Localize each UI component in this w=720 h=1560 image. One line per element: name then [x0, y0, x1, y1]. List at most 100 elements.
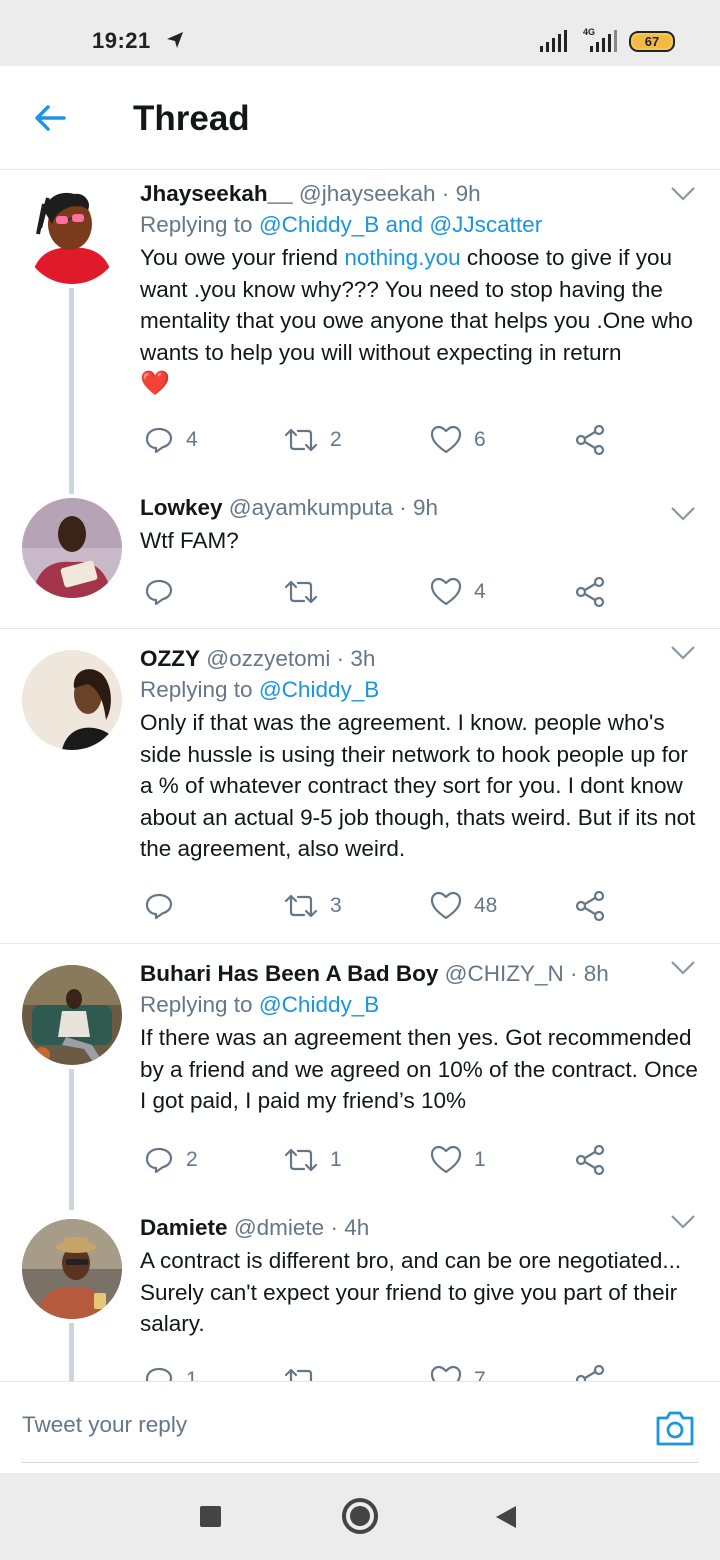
- tweet-content: Buhari Has Been A Bad Boy @CHIZY_N · 8h …: [140, 959, 698, 1117]
- author-name[interactable]: Damiete: [140, 1215, 228, 1240]
- share-icon: [575, 576, 605, 608]
- tweet-actions: 4: [140, 572, 610, 612]
- retweet-count: 1: [330, 1148, 342, 1171]
- signal-4g-icon: [590, 30, 617, 52]
- avatar[interactable]: [22, 1219, 122, 1319]
- share-button[interactable]: [574, 420, 606, 460]
- tweet-meta: Jhayseekah__ @jhayseekah · 9h: [140, 179, 698, 209]
- tweet-content: Damiete @dmiete · 4h A contract is diffe…: [140, 1213, 698, 1340]
- home-button[interactable]: [342, 1498, 378, 1534]
- author-name[interactable]: Lowkey: [140, 495, 223, 520]
- like-icon: [430, 1145, 462, 1174]
- reply-count: 1: [186, 1368, 198, 1381]
- reply-button[interactable]: [144, 886, 186, 926]
- like-button[interactable]: 1: [430, 1140, 486, 1180]
- reply-icon: [145, 579, 173, 606]
- like-icon: [430, 577, 462, 606]
- mention-link[interactable]: @Chiddy_B: [259, 212, 379, 237]
- retweet-button[interactable]: [284, 572, 330, 612]
- share-button[interactable]: [574, 1360, 606, 1381]
- reply-button[interactable]: 1: [144, 1360, 198, 1381]
- tweet-item[interactable]: Lowkey @ayamkumputa · 9h Wtf FAM? 4: [0, 490, 720, 628]
- author-handle[interactable]: @dmiete: [234, 1215, 324, 1240]
- reply-composer-bar: Tweet your reply: [0, 1381, 720, 1473]
- status-bar: 19:21 4G 67: [0, 0, 720, 66]
- mention-link[interactable]: @Chiddy_B: [259, 677, 379, 702]
- share-button[interactable]: [574, 572, 606, 612]
- share-button[interactable]: [574, 1140, 606, 1180]
- reply-count: 4: [186, 428, 198, 451]
- tweet-content: Lowkey @ayamkumputa · 9h Wtf FAM?: [140, 493, 698, 557]
- replying-to: Replying to @Chiddy_B: [140, 989, 698, 1020]
- author-name[interactable]: OZZY: [140, 646, 200, 671]
- tweet-text: Wtf FAM?: [140, 528, 239, 553]
- tweet-content: Jhayseekah__ @jhayseekah · 9h Replying t…: [140, 179, 698, 400]
- author-handle[interactable]: @CHIZY_N: [445, 961, 564, 986]
- tweet-content: OZZY @ozzyetomi · 3h Replying to @Chiddy…: [140, 644, 698, 865]
- page-title: Thread: [133, 99, 250, 138]
- retweet-button[interactable]: 3: [284, 886, 342, 926]
- tweet-text-part: You owe your friend: [140, 245, 345, 270]
- tweet-text: If there was an agreement then yes. Got …: [140, 1025, 698, 1113]
- reply-icon: [145, 1147, 173, 1174]
- tweet-meta: Lowkey @ayamkumputa · 9h: [140, 493, 698, 523]
- author-name[interactable]: Buhari Has Been A Bad Boy: [140, 961, 438, 986]
- like-button[interactable]: 7: [430, 1360, 486, 1381]
- reply-icon: [145, 893, 173, 920]
- url-link[interactable]: nothing.you: [344, 245, 460, 270]
- avatar[interactable]: [22, 650, 122, 750]
- tweet-item[interactable]: Damiete @dmiete · 4h A contract is diffe…: [0, 1198, 720, 1381]
- reply-button[interactable]: 2: [144, 1140, 198, 1180]
- author-handle[interactable]: @ayamkumputa: [229, 495, 393, 520]
- avatar[interactable]: [22, 184, 122, 284]
- thread-connector: [69, 288, 74, 494]
- status-time: 19:21: [92, 28, 151, 53]
- thread-feed[interactable]: Jhayseekah__ @jhayseekah · 9h Replying t…: [0, 170, 720, 1381]
- like-button[interactable]: 6: [430, 420, 486, 460]
- retweet-button[interactable]: 1: [284, 1140, 342, 1180]
- tweet-item[interactable]: Jhayseekah__ @jhayseekah · 9h Replying t…: [0, 170, 720, 494]
- retweet-count: 2: [330, 428, 342, 451]
- replying-prefix: Replying to: [140, 992, 253, 1017]
- author-handle[interactable]: @ozzyetomi: [206, 646, 330, 671]
- thread-connector: [69, 1323, 74, 1381]
- tweet-text: A contract is different bro, and can be …: [140, 1248, 682, 1336]
- author-handle[interactable]: @jhayseekah: [299, 181, 436, 206]
- share-icon: [575, 1144, 605, 1176]
- share-button[interactable]: [574, 886, 606, 926]
- home-button-dot: [350, 1506, 370, 1526]
- back-arrow-icon[interactable]: [30, 100, 70, 136]
- replying-to: Replying to @Chiddy_B and @JJscatter: [140, 209, 698, 240]
- like-button[interactable]: 48: [430, 886, 497, 926]
- tweet-text: You owe your friend nothing.you choose t…: [140, 242, 698, 368]
- like-count: 4: [474, 580, 486, 603]
- avatar[interactable]: [22, 498, 122, 598]
- reply-button[interactable]: 4: [144, 420, 198, 460]
- camera-icon[interactable]: [654, 1408, 696, 1448]
- recent-apps-button[interactable]: [200, 1506, 221, 1527]
- mention-link[interactable]: @Chiddy_B: [259, 992, 379, 1017]
- tweet-item[interactable]: OZZY @ozzyetomi · 3h Replying to @Chiddy…: [0, 629, 720, 943]
- tweet-actions: 3 48: [140, 886, 610, 926]
- tweet-actions: 1 7: [140, 1360, 610, 1381]
- tweet-reply-input[interactable]: Tweet your reply: [22, 1412, 187, 1438]
- like-icon: [430, 891, 462, 920]
- share-icon: [575, 1364, 605, 1381]
- retweet-button[interactable]: [284, 1360, 330, 1381]
- heart-emoji: ❤️: [140, 370, 170, 397]
- system-nav-bar: [0, 1473, 720, 1560]
- share-icon: [575, 424, 605, 456]
- mention-link[interactable]: @JJscatter: [429, 212, 542, 237]
- retweet-icon: [284, 1148, 318, 1172]
- reply-button[interactable]: [144, 572, 186, 612]
- tweet-item[interactable]: Buhari Has Been A Bad Boy @CHIZY_N · 8h …: [0, 944, 720, 1210]
- retweet-icon: [284, 580, 318, 604]
- replying-and: and: [385, 212, 424, 237]
- like-count: 6: [474, 428, 486, 451]
- like-button[interactable]: 4: [430, 572, 486, 612]
- tweet-meta: Damiete @dmiete · 4h: [140, 1213, 698, 1243]
- system-back-button[interactable]: [496, 1506, 516, 1528]
- author-name[interactable]: Jhayseekah__: [140, 181, 293, 206]
- retweet-button[interactable]: 2: [284, 420, 342, 460]
- avatar[interactable]: [22, 965, 122, 1065]
